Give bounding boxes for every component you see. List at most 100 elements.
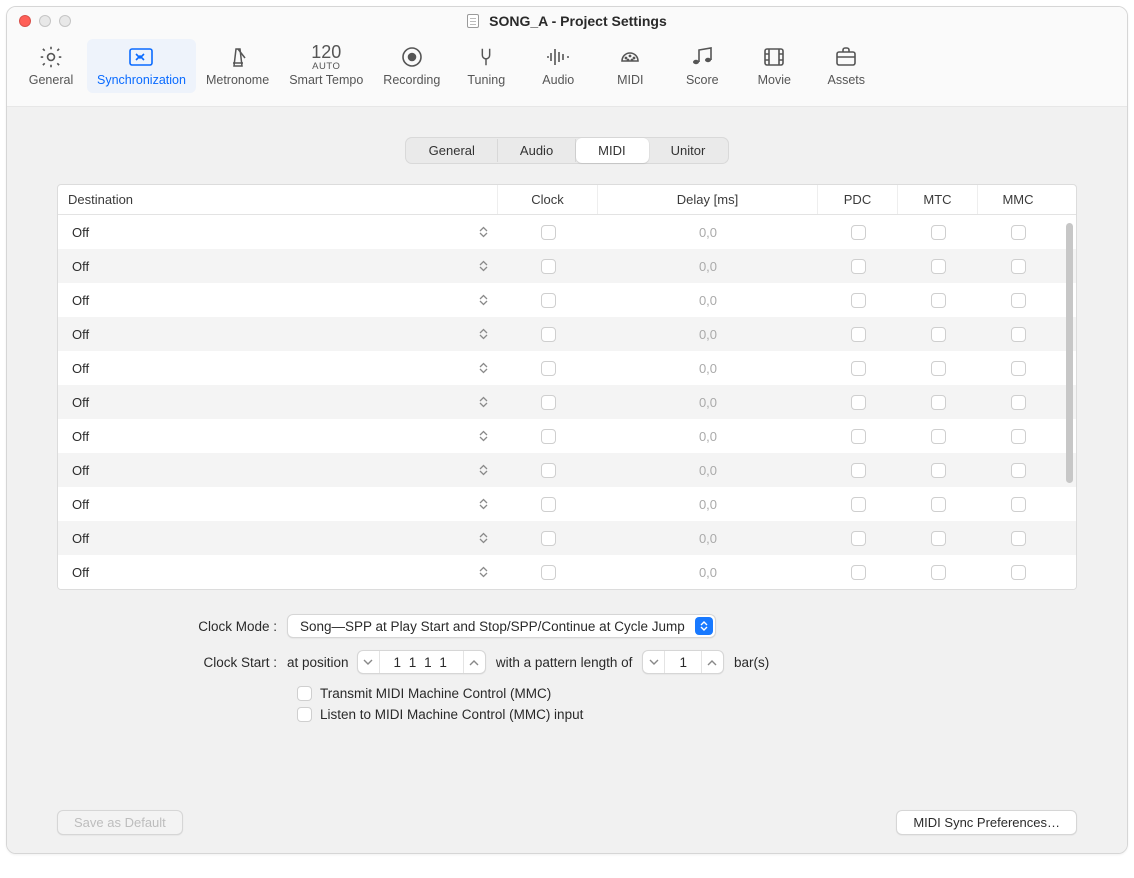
- destination-cell[interactable]: Off: [58, 429, 498, 444]
- mmc-checkbox[interactable]: [1011, 429, 1026, 444]
- mmc-checkbox[interactable]: [1011, 259, 1026, 274]
- pdc-checkbox[interactable]: [851, 225, 866, 240]
- mtc-checkbox[interactable]: [931, 327, 946, 342]
- destination-cell[interactable]: Off: [58, 225, 498, 240]
- tool-movie[interactable]: Movie: [738, 39, 810, 93]
- clock-checkbox[interactable]: [541, 361, 556, 376]
- pdc-checkbox[interactable]: [851, 395, 866, 410]
- tool-tuning[interactable]: Tuning: [450, 39, 522, 93]
- chevron-down-icon[interactable]: [358, 651, 380, 673]
- pdc-checkbox[interactable]: [851, 497, 866, 512]
- clock-checkbox[interactable]: [541, 429, 556, 444]
- mtc-checkbox[interactable]: [931, 395, 946, 410]
- mtc-checkbox[interactable]: [931, 293, 946, 308]
- delay-cell[interactable]: 0,0: [598, 429, 818, 444]
- delay-cell[interactable]: 0,0: [598, 531, 818, 546]
- destination-cell[interactable]: Off: [58, 497, 498, 512]
- delay-cell[interactable]: 0,0: [598, 361, 818, 376]
- tool-recording[interactable]: Recording: [373, 39, 450, 93]
- tool-general[interactable]: General: [15, 39, 87, 93]
- mmc-checkbox[interactable]: [1011, 293, 1026, 308]
- pdc-checkbox[interactable]: [851, 531, 866, 546]
- tool-midi[interactable]: MIDI: [594, 39, 666, 93]
- listen-mmc-checkbox[interactable]: [297, 707, 312, 722]
- mmc-checkbox[interactable]: [1011, 531, 1026, 546]
- chevron-down-icon[interactable]: [643, 651, 665, 673]
- destination-cell[interactable]: Off: [58, 327, 498, 342]
- clock-mode-popup[interactable]: Song—SPP at Play Start and Stop/SPP/Cont…: [287, 614, 716, 638]
- col-mtc[interactable]: MTC: [898, 185, 978, 214]
- destination-cell[interactable]: Off: [58, 531, 498, 546]
- pattern-length-value[interactable]: 1: [665, 655, 701, 670]
- subtab-general[interactable]: General: [407, 139, 498, 162]
- pdc-checkbox[interactable]: [851, 429, 866, 444]
- clock-checkbox[interactable]: [541, 497, 556, 512]
- mmc-checkbox[interactable]: [1011, 361, 1026, 376]
- destination-cell[interactable]: Off: [58, 259, 498, 274]
- clock-checkbox[interactable]: [541, 395, 556, 410]
- position-value[interactable]: 1 1 1 1: [380, 655, 463, 670]
- tool-synchronization[interactable]: Synchronization: [87, 39, 196, 93]
- delay-cell[interactable]: 0,0: [598, 463, 818, 478]
- pattern-length-stepper[interactable]: 1: [642, 650, 724, 674]
- col-destination[interactable]: Destination: [58, 185, 498, 214]
- mtc-checkbox[interactable]: [931, 531, 946, 546]
- pdc-checkbox[interactable]: [851, 565, 866, 580]
- tool-audio[interactable]: Audio: [522, 39, 594, 93]
- delay-cell[interactable]: 0,0: [598, 395, 818, 410]
- chevron-up-icon[interactable]: [701, 651, 723, 673]
- transmit-mmc-checkbox[interactable]: [297, 686, 312, 701]
- pdc-checkbox[interactable]: [851, 463, 866, 478]
- col-pdc[interactable]: PDC: [818, 185, 898, 214]
- tool-smart-tempo[interactable]: 120 AUTO Smart Tempo: [279, 39, 373, 93]
- mmc-checkbox[interactable]: [1011, 327, 1026, 342]
- mtc-checkbox[interactable]: [931, 565, 946, 580]
- mtc-checkbox[interactable]: [931, 429, 946, 444]
- tool-assets[interactable]: Assets: [810, 39, 882, 93]
- mtc-checkbox[interactable]: [931, 259, 946, 274]
- mmc-checkbox[interactable]: [1011, 497, 1026, 512]
- minimize-button[interactable]: [39, 15, 51, 27]
- delay-cell[interactable]: 0,0: [598, 497, 818, 512]
- clock-checkbox[interactable]: [541, 293, 556, 308]
- clock-checkbox[interactable]: [541, 531, 556, 546]
- delay-cell[interactable]: 0,0: [598, 225, 818, 240]
- mmc-checkbox[interactable]: [1011, 395, 1026, 410]
- delay-cell[interactable]: 0,0: [598, 293, 818, 308]
- mtc-checkbox[interactable]: [931, 361, 946, 376]
- delay-cell[interactable]: 0,0: [598, 259, 818, 274]
- col-clock[interactable]: Clock: [498, 185, 598, 214]
- midi-sync-preferences-button[interactable]: MIDI Sync Preferences…: [896, 810, 1077, 835]
- pdc-checkbox[interactable]: [851, 293, 866, 308]
- subtab-midi[interactable]: MIDI: [576, 138, 648, 163]
- destination-cell[interactable]: Off: [58, 565, 498, 580]
- pdc-checkbox[interactable]: [851, 327, 866, 342]
- close-button[interactable]: [19, 15, 31, 27]
- subtab-audio[interactable]: Audio: [498, 139, 576, 162]
- col-mmc[interactable]: MMC: [978, 185, 1058, 214]
- save-as-default-button[interactable]: Save as Default: [57, 810, 183, 835]
- clock-checkbox[interactable]: [541, 259, 556, 274]
- destination-cell[interactable]: Off: [58, 395, 498, 410]
- mmc-checkbox[interactable]: [1011, 463, 1026, 478]
- tool-metronome[interactable]: Metronome: [196, 39, 279, 93]
- tool-score[interactable]: Score: [666, 39, 738, 93]
- mmc-checkbox[interactable]: [1011, 565, 1026, 580]
- pdc-checkbox[interactable]: [851, 361, 866, 376]
- delay-cell[interactable]: 0,0: [598, 565, 818, 580]
- destination-cell[interactable]: Off: [58, 463, 498, 478]
- scrollbar[interactable]: [1065, 219, 1073, 509]
- scrollbar-thumb[interactable]: [1066, 223, 1073, 483]
- destination-cell[interactable]: Off: [58, 361, 498, 376]
- destination-cell[interactable]: Off: [58, 293, 498, 308]
- col-delay[interactable]: Delay [ms]: [598, 185, 818, 214]
- subtab-unitor[interactable]: Unitor: [649, 139, 728, 162]
- delay-cell[interactable]: 0,0: [598, 327, 818, 342]
- mtc-checkbox[interactable]: [931, 497, 946, 512]
- chevron-up-icon[interactable]: [463, 651, 485, 673]
- mtc-checkbox[interactable]: [931, 225, 946, 240]
- clock-checkbox[interactable]: [541, 463, 556, 478]
- mtc-checkbox[interactable]: [931, 463, 946, 478]
- clock-checkbox[interactable]: [541, 225, 556, 240]
- clock-checkbox[interactable]: [541, 327, 556, 342]
